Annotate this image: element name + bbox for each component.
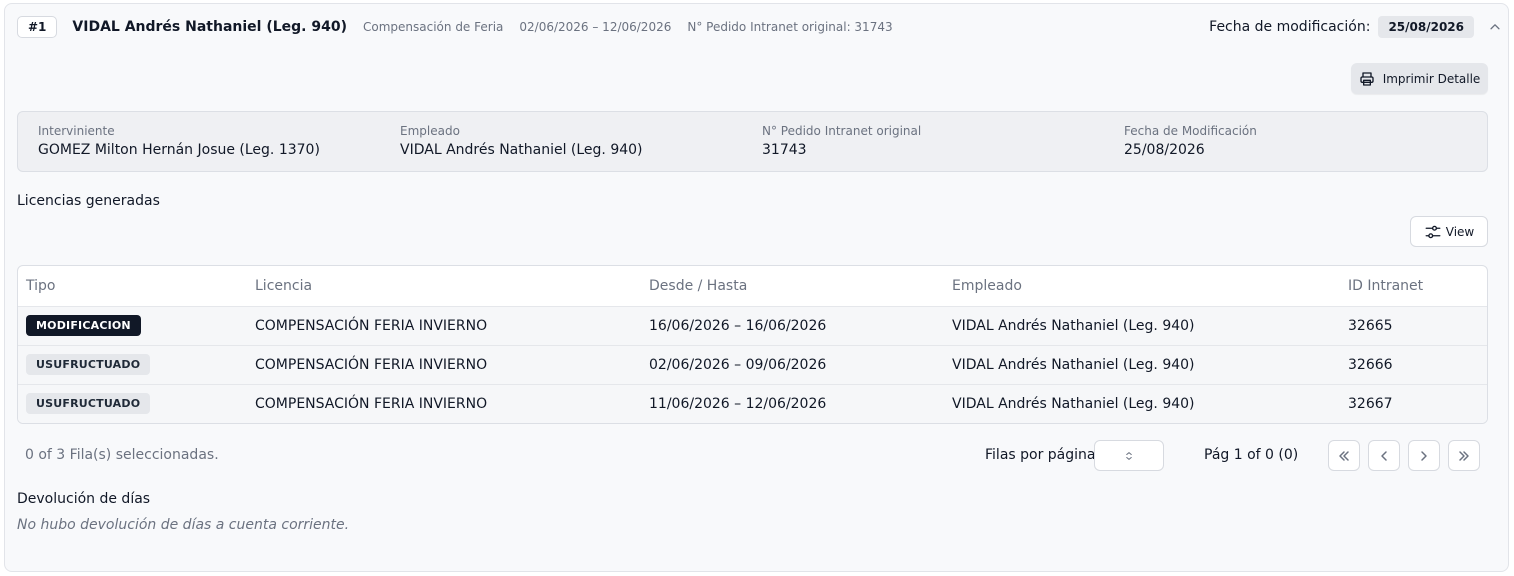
first-page-button[interactable] [1328, 440, 1360, 471]
tipo-badge: USUFRUCTUADO [26, 393, 151, 415]
previous-page-button[interactable] [1368, 440, 1400, 471]
table-row[interactable]: USUFRUCTUADO COMPENSACIÓN FERIA INVIERNO… [18, 384, 1487, 423]
printer-icon [1360, 71, 1374, 86]
chevron-right-icon [1421, 450, 1427, 461]
table-header-row: Tipo Licencia Desde / Hasta Empleado ID … [18, 266, 1487, 307]
view-options-button[interactable]: View [1410, 216, 1488, 247]
info-fecha: Fecha de Modificación 25/08/2026 [1124, 124, 1257, 158]
fecha-value: 25/08/2026 [1124, 142, 1205, 158]
detail-info-panel: Interviniente GOMEZ Milton Hernán Josue … [17, 111, 1488, 172]
devolucion-empty-text: No hubo devolución de días a cuenta corr… [17, 517, 350, 533]
column-desde-hasta[interactable]: Desde / Hasta [641, 266, 944, 307]
licencias-table: Tipo Licencia Desde / Hasta Empleado ID … [17, 265, 1488, 424]
chevron-up-icon[interactable] [1488, 20, 1502, 34]
cell-id: 32666 [1340, 345, 1487, 385]
modification-date-chip: 25/08/2026 [1378, 16, 1474, 38]
empleado-value: VIDAL Andrés Nathaniel (Leg. 940) [400, 142, 643, 158]
cell-empleado: VIDAL Andrés Nathaniel (Leg. 940) [944, 345, 1340, 385]
index-badge: #1 [17, 16, 58, 38]
card-header[interactable]: #1 VIDAL Andrés Nathaniel (Leg. 940) Com… [17, 15, 1502, 39]
devolucion-title: Devolución de días [17, 491, 151, 507]
selected-rows-text: 0 of 3 Fila(s) seleccionadas. [25, 447, 219, 463]
request-type: Compensación de Feria [363, 20, 504, 34]
column-id-intranet[interactable]: ID Intranet [1340, 266, 1487, 307]
cell-rango: 16/06/2026 – 16/06/2026 [641, 306, 944, 346]
cell-licencia: COMPENSACIÓN FERIA INVIERNO [247, 345, 641, 385]
cell-tipo: MODIFICACION [18, 306, 247, 346]
print-detail-button[interactable]: Imprimir Detalle [1351, 63, 1488, 94]
last-page-button[interactable] [1448, 440, 1480, 471]
request-period: 02/06/2026 – 12/06/2026 [519, 20, 672, 34]
chevrons-right-icon [1459, 450, 1469, 461]
info-empleado: Empleado VIDAL Andrés Nathaniel (Leg. 94… [400, 124, 643, 158]
tipo-badge: USUFRUCTUADO [26, 354, 151, 375]
cell-rango: 02/06/2026 – 09/06/2026 [641, 345, 944, 385]
chevron-updown-icon [1126, 451, 1132, 460]
cell-empleado: VIDAL Andrés Nathaniel (Leg. 940) [944, 306, 1340, 346]
licencias-title: Licencias generadas [17, 193, 160, 209]
cell-licencia: COMPENSACIÓN FERIA INVIERNO [247, 384, 641, 423]
fecha-label: Fecha de Modificación [1124, 124, 1257, 138]
intranet-reference: N° Pedido Intranet original: 31743 [687, 20, 893, 34]
column-tipo[interactable]: Tipo [18, 266, 247, 307]
header-right: Fecha de modificación: 25/08/2026 [1209, 16, 1502, 38]
rows-per-page-label: Filas por página [985, 447, 1096, 463]
cell-empleado: VIDAL Andrés Nathaniel (Leg. 940) [944, 384, 1340, 423]
modification-date-label: Fecha de modificación: [1209, 19, 1371, 35]
table-row[interactable]: MODIFICACION COMPENSACIÓN FERIA INVIERNO… [18, 306, 1487, 346]
cell-tipo: USUFRUCTUADO [18, 345, 247, 385]
sliders-icon [1425, 225, 1441, 238]
view-options-label: View [1445, 224, 1475, 239]
page-info: Pág 1 of 0 (0) [1204, 447, 1299, 463]
pedido-value: 31743 [762, 142, 807, 158]
interviniente-value: GOMEZ Milton Hernán Josue (Leg. 1370) [38, 142, 320, 158]
column-licencia[interactable]: Licencia [247, 266, 641, 307]
tipo-badge: MODIFICACION [26, 315, 141, 336]
rows-per-page-select[interactable] [1094, 440, 1164, 471]
cell-id: 32667 [1340, 384, 1487, 423]
pedido-label: N° Pedido Intranet original [762, 124, 922, 138]
table-row[interactable]: USUFRUCTUADO COMPENSACIÓN FERIA INVIERNO… [18, 345, 1487, 385]
column-empleado[interactable]: Empleado [944, 266, 1340, 307]
cell-tipo: USUFRUCTUADO [18, 384, 247, 423]
interviniente-label: Interviniente [38, 124, 115, 138]
cell-id: 32665 [1340, 306, 1487, 346]
print-detail-label: Imprimir Detalle [1382, 71, 1481, 86]
info-pedido: N° Pedido Intranet original 31743 [762, 124, 921, 158]
chevron-left-icon [1381, 450, 1387, 461]
cell-rango: 11/06/2026 – 12/06/2026 [641, 384, 944, 423]
employee-name: VIDAL Andrés Nathaniel (Leg. 940) [72, 19, 347, 35]
empleado-label: Empleado [400, 124, 460, 138]
chevrons-left-icon [1339, 450, 1349, 461]
cell-licencia: COMPENSACIÓN FERIA INVIERNO [247, 306, 641, 346]
info-interviniente: Interviniente GOMEZ Milton Hernán Josue … [38, 124, 320, 158]
next-page-button[interactable] [1408, 440, 1440, 471]
